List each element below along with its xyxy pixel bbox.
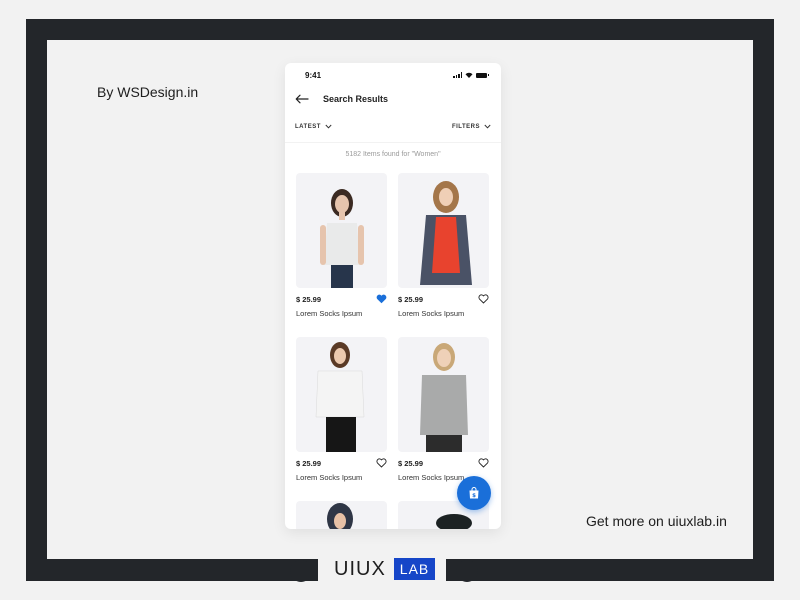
product-name: Lorem Socks Ipsum: [296, 473, 363, 482]
product-photo-woman-white-top: [320, 189, 364, 288]
product-image[interactable]: [296, 173, 387, 288]
cart-fab-button[interactable]: $: [457, 476, 491, 510]
product-photo-woman-white-shirt: [315, 342, 365, 452]
battery-icon: [476, 72, 489, 78]
logo-badge: LAB: [393, 558, 436, 580]
product-card[interactable]: $ 25.99 Lorem Socks Ipsum: [296, 173, 387, 318]
heart-outline-icon[interactable]: [376, 458, 387, 468]
phone-screen: 9:41 Search Results LATEST FILTERS 5182 …: [285, 63, 501, 529]
heart-outline-icon[interactable]: [478, 294, 489, 304]
logo-text: UIUX: [334, 557, 386, 580]
product-name: Lorem Socks Ipsum: [296, 309, 363, 318]
get-more-text: Get more on uiuxlab.in: [586, 513, 727, 529]
filters-dropdown[interactable]: FILTERS: [452, 124, 491, 130]
product-photo-woman-grey-top: [420, 343, 468, 452]
svg-text:$: $: [472, 493, 476, 499]
product-card[interactable]: [296, 501, 387, 529]
sort-label: LATEST: [295, 123, 321, 130]
credit-text: By WSDesign.in: [97, 84, 199, 100]
product-image[interactable]: [398, 337, 489, 452]
product-name: Lorem Socks Ipsum: [398, 309, 465, 318]
product-image[interactable]: [296, 337, 387, 452]
canvas: By WSDesign.in Get more on uiuxlab.in 9:…: [47, 40, 753, 559]
arrow-left-icon[interactable]: [295, 94, 309, 104]
product-price: $ 25.99: [296, 294, 322, 304]
sort-dropdown[interactable]: LATEST: [295, 124, 332, 130]
filter-bar: LATEST FILTERS: [285, 111, 501, 143]
heart-outline-icon[interactable]: [478, 458, 489, 468]
product-card[interactable]: $ 25.99 Lorem Socks Ipsum: [398, 173, 489, 318]
shopping-bag-icon: $: [469, 487, 479, 499]
page-title: Search Results: [323, 94, 389, 104]
product-image[interactable]: [296, 501, 387, 529]
product-photo-woman-hood: [327, 503, 353, 529]
outer-frame: By WSDesign.in Get more on uiuxlab.in 9:…: [26, 19, 774, 581]
product-card[interactable]: $ 25.99 Lorem Socks Ipsum: [296, 337, 387, 482]
signal-icon: [453, 72, 462, 78]
uiux-lab-logo: UIUX LAB: [318, 548, 446, 590]
wifi-icon: [465, 72, 473, 78]
status-icons: [453, 72, 489, 78]
product-price: $ 25.99: [398, 294, 424, 304]
heart-filled-icon[interactable]: [376, 294, 387, 304]
decorative-dot: [290, 560, 312, 582]
product-photo-woman-red-dress: [420, 181, 472, 285]
chevron-down-icon: [325, 124, 332, 129]
product-image[interactable]: [398, 173, 489, 288]
product-price: $ 25.99: [398, 458, 424, 468]
app-header: Search Results: [285, 87, 501, 111]
status-bar: 9:41: [285, 63, 501, 87]
product-price: $ 25.99: [296, 458, 322, 468]
status-time: 9:41: [305, 70, 322, 80]
decorative-dot: [456, 560, 478, 582]
chevron-down-icon: [484, 124, 491, 129]
product-card[interactable]: $ 25.99 Lorem Socks Ipsum: [398, 337, 489, 482]
result-count: 5182 Items found for "Women": [345, 151, 441, 158]
filters-label: FILTERS: [451, 123, 480, 130]
